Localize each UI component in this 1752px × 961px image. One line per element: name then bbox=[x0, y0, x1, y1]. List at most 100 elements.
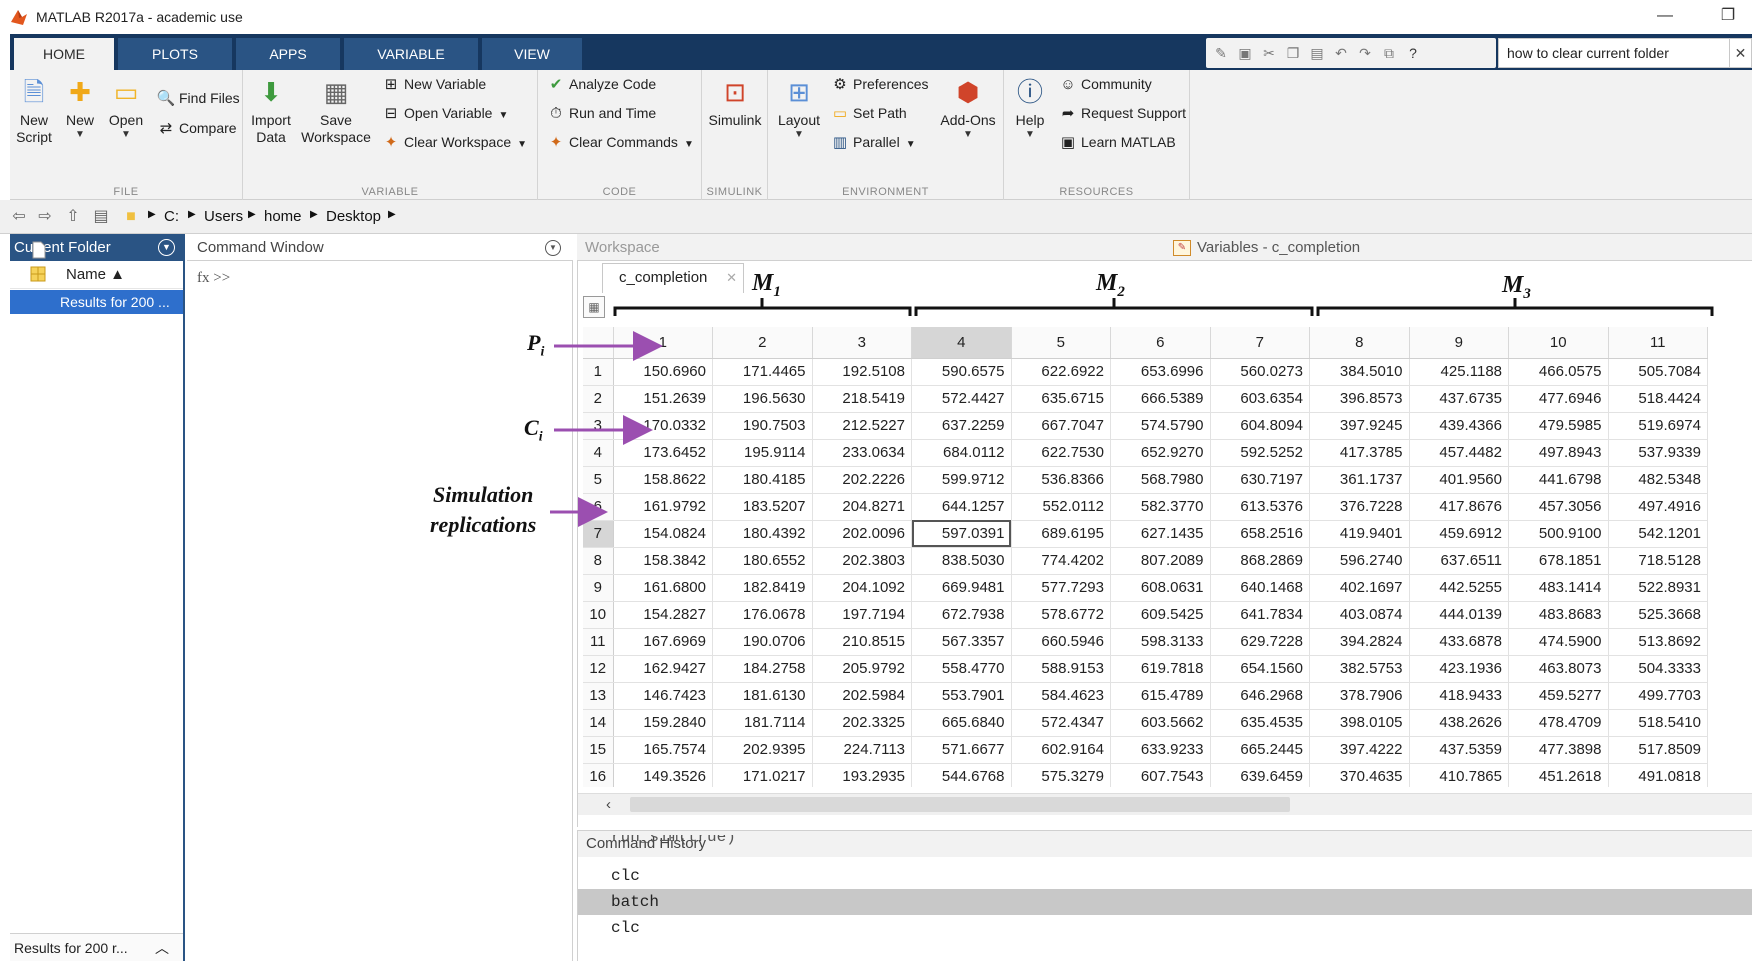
table-cell[interactable]: 398.0105 bbox=[1309, 709, 1410, 737]
table-cell[interactable]: 171.4465 bbox=[712, 358, 813, 386]
table-cell[interactable]: 193.2935 bbox=[812, 763, 912, 787]
table-cell[interactable]: 202.5984 bbox=[812, 682, 912, 710]
table-cell[interactable]: 417.8676 bbox=[1409, 493, 1509, 521]
details-bar[interactable]: Results for 200 r... ︿ bbox=[10, 933, 183, 961]
table-cell[interactable]: 154.0824 bbox=[613, 520, 713, 548]
new-script-button[interactable]: 🗎 New Script bbox=[14, 76, 54, 146]
table-cell[interactable]: 665.2445 bbox=[1210, 736, 1310, 764]
chevron-up-icon[interactable]: ︿ bbox=[155, 934, 169, 961]
tab-plots[interactable]: PLOTS bbox=[118, 38, 232, 70]
table-cell[interactable]: 444.0139 bbox=[1409, 601, 1509, 629]
table-cell[interactable]: 180.4392 bbox=[712, 520, 813, 548]
table-cell[interactable]: 497.4916 bbox=[1608, 493, 1708, 521]
parallel-button[interactable]: ▥ Parallel ▼ bbox=[830, 131, 916, 153]
table-cell[interactable]: 466.0575 bbox=[1508, 358, 1609, 386]
table-cell[interactable]: 684.0112 bbox=[911, 439, 1012, 467]
breadcrumb-desktop[interactable]: Desktop bbox=[326, 208, 381, 225]
table-cell[interactable]: 537.9339 bbox=[1608, 439, 1708, 467]
command-window-panel[interactable]: Command Window ▼ fx >> bbox=[187, 234, 573, 961]
table-cell[interactable]: 438.2626 bbox=[1409, 709, 1509, 737]
table-cell[interactable]: 202.3803 bbox=[812, 547, 912, 575]
table-cell[interactable]: 158.8622 bbox=[613, 466, 713, 494]
table-cell[interactable]: 442.5255 bbox=[1409, 574, 1509, 602]
history-item[interactable]: clc bbox=[578, 863, 1752, 889]
column-header[interactable]: 4 bbox=[911, 327, 1012, 359]
cut-icon[interactable]: ✂ bbox=[1260, 44, 1278, 62]
table-cell[interactable]: 499.7703 bbox=[1608, 682, 1708, 710]
breadcrumb-c[interactable]: C: bbox=[164, 208, 179, 225]
table-cell[interactable]: 477.6946 bbox=[1508, 385, 1609, 413]
column-header[interactable]: 10 bbox=[1508, 327, 1609, 359]
open-variable-button[interactable]: ⊟ Open Variable ▼ bbox=[381, 102, 509, 124]
help-button[interactable]: ⓘ Help ▼ bbox=[1008, 76, 1052, 141]
table-cell[interactable]: 181.6130 bbox=[712, 682, 813, 710]
table-cell[interactable]: 181.7114 bbox=[712, 709, 813, 737]
history-item[interactable]: clc bbox=[578, 915, 1752, 941]
open-button[interactable]: ▭ Open ▼ bbox=[106, 76, 146, 141]
table-cell[interactable]: 567.3357 bbox=[911, 628, 1012, 656]
table-cell[interactable]: 418.9433 bbox=[1409, 682, 1509, 710]
table-cell[interactable]: 378.7906 bbox=[1309, 682, 1410, 710]
table-cell[interactable]: 370.4635 bbox=[1309, 763, 1410, 787]
table-cell[interactable]: 410.7865 bbox=[1409, 763, 1509, 787]
column-header[interactable]: 1 bbox=[613, 327, 713, 359]
table-cell[interactable]: 613.5376 bbox=[1210, 493, 1310, 521]
table-cell[interactable]: 504.3333 bbox=[1608, 655, 1708, 683]
community-button[interactable]: ☺ Community bbox=[1058, 73, 1151, 95]
table-cell[interactable]: 184.2758 bbox=[712, 655, 813, 683]
add-ons-button[interactable]: ⬢ Add-Ons ▼ bbox=[938, 76, 998, 141]
column-header[interactable]: 6 bbox=[1110, 327, 1211, 359]
row-header[interactable]: 16 bbox=[583, 763, 614, 787]
table-cell[interactable]: 457.4482 bbox=[1409, 439, 1509, 467]
run-and-time-button[interactable]: ⏱ Run and Time bbox=[546, 102, 656, 124]
table-cell[interactable]: 180.6552 bbox=[712, 547, 813, 575]
command-prompt[interactable]: fx >> bbox=[197, 270, 230, 287]
table-cell[interactable]: 403.0874 bbox=[1309, 601, 1410, 629]
switch-windows-icon[interactable]: ⧉ bbox=[1380, 44, 1398, 62]
row-header[interactable]: 14 bbox=[583, 709, 614, 737]
table-cell[interactable]: 202.3325 bbox=[812, 709, 912, 737]
table-cell[interactable]: 397.9245 bbox=[1309, 412, 1410, 440]
column-header[interactable]: 5 bbox=[1011, 327, 1111, 359]
compare-button[interactable]: ⇄ Compare bbox=[156, 117, 237, 139]
table-cell[interactable]: 171.0217 bbox=[712, 763, 813, 787]
table-cell[interactable]: 868.2869 bbox=[1210, 547, 1310, 575]
preferences-button[interactable]: ⚙ Preferences bbox=[830, 73, 928, 95]
table-cell[interactable]: 167.6969 bbox=[613, 628, 713, 656]
table-cell[interactable]: 183.5207 bbox=[712, 493, 813, 521]
undo-icon[interactable]: ↶ bbox=[1332, 44, 1350, 62]
row-header[interactable]: 10 bbox=[583, 601, 614, 629]
table-cell[interactable]: 602.9164 bbox=[1011, 736, 1111, 764]
table-cell[interactable]: 173.6452 bbox=[613, 439, 713, 467]
panel-menu-icon[interactable]: ▼ bbox=[158, 239, 175, 256]
row-header[interactable]: 8 bbox=[583, 547, 614, 575]
table-cell[interactable]: 439.4366 bbox=[1409, 412, 1509, 440]
table-cell[interactable]: 202.2226 bbox=[812, 466, 912, 494]
search-clear-button[interactable]: ✕ bbox=[1730, 38, 1752, 68]
table-cell[interactable]: 397.4222 bbox=[1309, 736, 1410, 764]
row-header[interactable]: 13 bbox=[583, 682, 614, 710]
table-cell[interactable]: 666.5389 bbox=[1110, 385, 1211, 413]
table-cell[interactable]: 505.7084 bbox=[1608, 358, 1708, 386]
new-variable-button[interactable]: ⊞ New Variable bbox=[381, 73, 487, 95]
table-cell[interactable]: 590.6575 bbox=[911, 358, 1012, 386]
table-cell[interactable]: 536.8366 bbox=[1011, 466, 1111, 494]
table-cell[interactable]: 474.5900 bbox=[1508, 628, 1609, 656]
table-cell[interactable]: 423.1936 bbox=[1409, 655, 1509, 683]
table-cell[interactable]: 394.2824 bbox=[1309, 628, 1410, 656]
table-cell[interactable]: 517.8509 bbox=[1608, 736, 1708, 764]
table-cell[interactable]: 838.5030 bbox=[911, 547, 1012, 575]
table-cell[interactable]: 584.4623 bbox=[1011, 682, 1111, 710]
variables-title[interactable]: Variables - c_completion bbox=[1197, 234, 1360, 261]
table-cell[interactable]: 575.3279 bbox=[1011, 763, 1111, 787]
table-cell[interactable]: 525.3668 bbox=[1608, 601, 1708, 629]
table-cell[interactable]: 640.1468 bbox=[1210, 574, 1310, 602]
table-cell[interactable]: 553.7901 bbox=[911, 682, 1012, 710]
breadcrumb-users[interactable]: Users bbox=[204, 208, 243, 225]
table-cell[interactable]: 158.3842 bbox=[613, 547, 713, 575]
table-cell[interactable]: 425.1188 bbox=[1409, 358, 1509, 386]
table-cell[interactable]: 689.6195 bbox=[1011, 520, 1111, 548]
table-cell[interactable]: 603.6354 bbox=[1210, 385, 1310, 413]
row-header[interactable]: 15 bbox=[583, 736, 614, 764]
column-header[interactable]: 2 bbox=[712, 327, 813, 359]
